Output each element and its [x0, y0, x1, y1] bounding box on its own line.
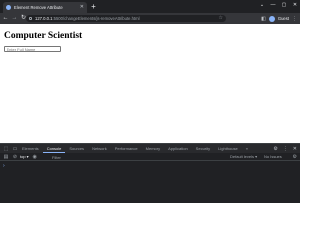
window-controls: ⌄ — ▢ ✕: [259, 1, 298, 9]
close-icon[interactable]: ✕: [80, 5, 84, 10]
issues-indicator[interactable]: No Issues: [264, 153, 282, 161]
tab-application[interactable]: Application: [164, 144, 192, 153]
url-text: 127.0.0.1:5500/changeElements/js-removeA…: [35, 16, 140, 21]
minimize-icon[interactable]: —: [270, 1, 276, 9]
tab-strip: Element Remove Attribute ✕ + ⌄ — ▢ ✕: [0, 0, 300, 13]
clear-console-icon[interactable]: ⊘: [12, 154, 18, 160]
console-filter-input[interactable]: [52, 154, 222, 160]
globe-icon: [6, 5, 11, 10]
tab-search-icon[interactable]: ⌄: [259, 1, 265, 9]
profile-label[interactable]: Guest: [278, 16, 289, 21]
devtools-panel: ⬚ ▭ Elements Console Sources Network Per…: [0, 143, 300, 203]
browser-tab[interactable]: Element Remove Attribute ✕: [3, 2, 87, 13]
toolbar-right: ◧ Guest ⋮: [261, 14, 297, 23]
tab-security[interactable]: Security: [192, 144, 214, 153]
tab-network[interactable]: Network: [88, 144, 111, 153]
console-settings-icon[interactable]: ⚙: [293, 153, 297, 161]
profile-avatar-icon[interactable]: [268, 15, 275, 22]
console-prompt-icon[interactable]: ›: [3, 163, 5, 169]
settings-gear-icon[interactable]: ⚙: [273, 146, 277, 152]
devtools-close-icon[interactable]: ✕: [293, 146, 297, 152]
tab-memory[interactable]: Memory: [142, 144, 164, 153]
maximize-icon[interactable]: ▢: [281, 1, 287, 9]
console-filter-bar: ▤ ⊘ top ▾ ◉ Default levels ▾ No Issues ⚙: [0, 153, 300, 161]
tab-sources[interactable]: Sources: [65, 144, 88, 153]
sidebar-toggle-icon[interactable]: ▤: [3, 154, 9, 160]
site-info-icon[interactable]: [29, 17, 32, 20]
side-panel-icon[interactable]: ◧: [261, 16, 266, 22]
page-content: Computer Scientist: [0, 24, 300, 143]
tab-lighthouse[interactable]: Lighthouse: [214, 144, 242, 153]
log-levels-select[interactable]: Default levels ▾: [230, 153, 257, 161]
page-title: Computer Scientist: [4, 31, 83, 41]
address-bar[interactable]: 127.0.0.1:5500/changeElements/js-removeA…: [26, 15, 226, 22]
new-tab-button[interactable]: +: [89, 2, 98, 11]
context-select[interactable]: top ▾: [20, 154, 29, 159]
tab-console[interactable]: Console: [42, 144, 66, 153]
tab-performance[interactable]: Performance: [111, 144, 142, 153]
more-tabs-icon[interactable]: »: [242, 144, 252, 153]
full-name-input[interactable]: [4, 46, 61, 52]
bookmark-star-icon[interactable]: ☆: [219, 15, 223, 21]
menu-icon[interactable]: ⋮: [292, 16, 297, 22]
back-icon[interactable]: ←: [2, 13, 9, 24]
tab-elements[interactable]: Elements: [18, 144, 43, 153]
window-close-icon[interactable]: ✕: [292, 1, 298, 9]
browser-toolbar: ← → ↻ 127.0.0.1:5500/changeElements/js-r…: [0, 13, 300, 24]
devtools-menu-icon[interactable]: ⋮: [283, 146, 288, 152]
tab-title: Element Remove Attribute: [14, 5, 63, 10]
forward-icon[interactable]: →: [11, 13, 18, 24]
devtools-actions: ⚙ ⋮ ✕: [273, 144, 297, 153]
eye-icon[interactable]: ◉: [32, 154, 38, 160]
inspect-element-icon[interactable]: ⬚: [3, 146, 9, 152]
devtools-tab-bar: ⬚ ▭ Elements Console Sources Network Per…: [0, 144, 300, 153]
